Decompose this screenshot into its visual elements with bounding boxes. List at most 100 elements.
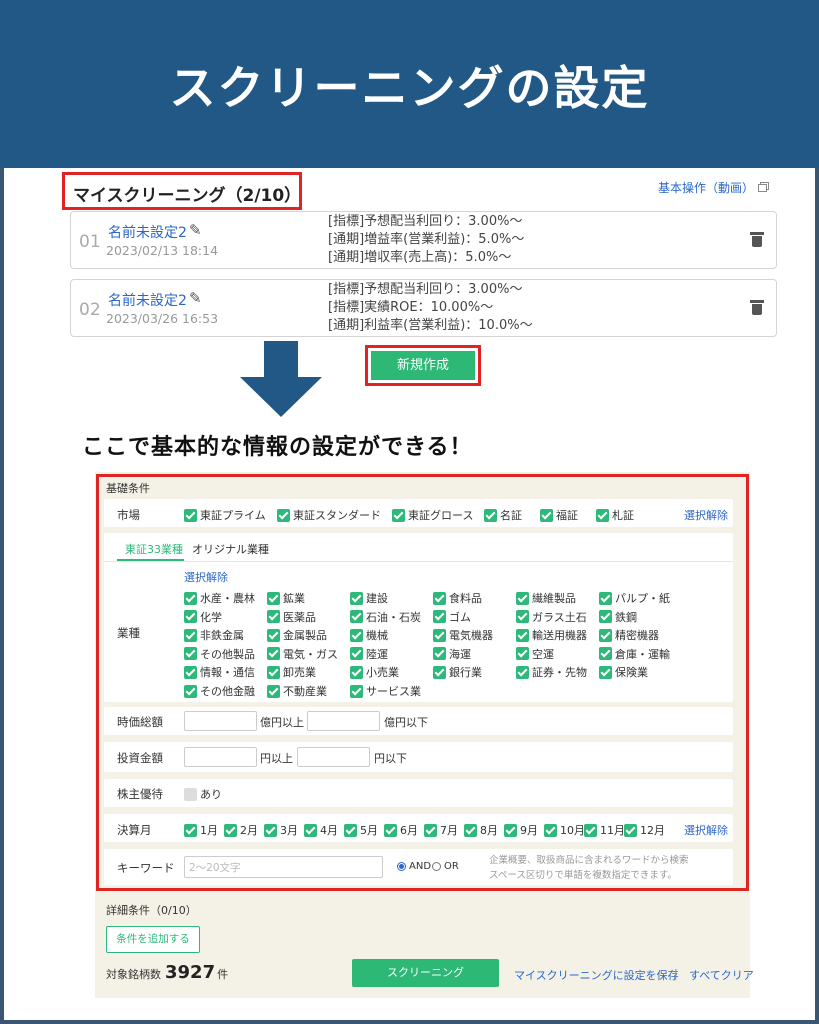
checkbox-checked-icon[interactable] [464, 823, 477, 837]
pencil-icon[interactable]: ✎ [189, 289, 202, 307]
checkbox-checked-icon[interactable] [350, 628, 363, 642]
checkbox-checked-icon[interactable] [584, 823, 597, 837]
market-checkbox[interactable]: 東証グロース [392, 507, 473, 523]
industry-checkbox[interactable]: サービス業 [350, 683, 421, 699]
checkbox-checked-icon[interactable] [433, 610, 446, 624]
checkbox-checked-icon[interactable] [596, 508, 609, 522]
card-name-link[interactable]: 名前未設定2 [108, 222, 187, 242]
industry-checkbox[interactable]: 医薬品 [267, 609, 316, 625]
industry-checkbox[interactable]: 情報・通信 [184, 664, 255, 680]
checkbox-checked-icon[interactable] [267, 665, 280, 679]
checkbox-checked-icon[interactable] [267, 591, 280, 605]
basic-ops-video-link[interactable]: 基本操作（動画） [658, 179, 768, 196]
industry-checkbox[interactable]: 精密機器 [599, 627, 659, 643]
industry-checkbox[interactable]: 倉庫・運輸 [599, 646, 670, 662]
pencil-icon[interactable]: ✎ [189, 221, 202, 239]
market-checkbox[interactable]: 福証 [540, 507, 578, 523]
checkbox-checked-icon[interactable] [184, 823, 197, 837]
industry-checkbox[interactable]: ゴム [433, 609, 471, 625]
market-deselect-link[interactable]: 選択解除 [684, 507, 728, 523]
checkbox-checked-icon[interactable] [516, 665, 529, 679]
month-checkbox[interactable]: 5月 [344, 822, 378, 838]
month-checkbox[interactable]: 11月 [584, 822, 625, 838]
checkbox-checked-icon[interactable] [267, 610, 280, 624]
add-condition-button[interactable]: 条件を追加する [106, 926, 200, 953]
investment-max-input[interactable] [297, 747, 370, 767]
month-checkbox[interactable]: 9月 [504, 822, 538, 838]
checkbox-checked-icon[interactable] [267, 628, 280, 642]
industry-checkbox[interactable]: 食料品 [433, 590, 482, 606]
checkbox-checked-icon[interactable] [344, 823, 357, 837]
save-setting-link[interactable]: マイスクリーニングに設定を保存 [514, 967, 679, 983]
market-checkbox[interactable]: 東証プライム [184, 507, 266, 523]
checkbox-checked-icon[interactable] [384, 823, 397, 837]
checkbox-checked-icon[interactable] [184, 684, 197, 698]
checkbox-checked-icon[interactable] [516, 610, 529, 624]
checkbox-checked-icon[interactable] [599, 628, 612, 642]
industry-checkbox[interactable]: 電気機器 [433, 627, 493, 643]
industry-checkbox[interactable]: 不動産業 [267, 683, 327, 699]
checkbox-checked-icon[interactable] [184, 610, 197, 624]
market-checkbox[interactable]: 名証 [484, 507, 522, 523]
checkbox-checked-icon[interactable] [350, 647, 363, 661]
market-cap-min-input[interactable] [184, 711, 257, 731]
checkbox-checked-icon[interactable] [516, 647, 529, 661]
industry-checkbox[interactable]: 電気・ガス [267, 646, 338, 662]
checkbox-checked-icon[interactable] [224, 823, 237, 837]
checkbox-checked-icon[interactable] [392, 508, 405, 522]
checkbox-checked-icon[interactable] [350, 591, 363, 605]
checkbox-checked-icon[interactable] [184, 647, 197, 661]
trash-icon[interactable] [750, 300, 764, 315]
industry-checkbox[interactable]: 水産・農林 [184, 590, 255, 606]
checkbox-checked-icon[interactable] [540, 508, 553, 522]
month-checkbox[interactable]: 10月 [544, 822, 585, 838]
checkbox-checked-icon[interactable] [516, 591, 529, 605]
keyword-input[interactable]: 2〜20文字 [184, 856, 383, 878]
or-radio[interactable]: OR [432, 861, 459, 872]
checkbox-checked-icon[interactable] [184, 665, 197, 679]
industry-checkbox[interactable]: その他金融 [184, 683, 255, 699]
industry-checkbox[interactable]: 空運 [516, 646, 554, 662]
checkbox-checked-icon[interactable] [424, 823, 437, 837]
industry-checkbox[interactable]: 機械 [350, 627, 388, 643]
checkbox-checked-icon[interactable] [350, 665, 363, 679]
industry-checkbox[interactable]: ガラス土石 [516, 609, 587, 625]
checkbox-checked-icon[interactable] [599, 591, 612, 605]
industry-checkbox[interactable]: 小売業 [350, 664, 399, 680]
checkbox-checked-icon[interactable] [184, 591, 197, 605]
industry-deselect-link[interactable]: 選択解除 [184, 569, 228, 585]
basic-ops-label[interactable]: 基本操作（動画） [658, 181, 754, 195]
industry-checkbox[interactable]: 保険業 [599, 664, 648, 680]
clear-all-link[interactable]: すべてクリア [689, 967, 754, 983]
radio-icon[interactable] [432, 862, 441, 871]
industry-checkbox[interactable]: 金属製品 [267, 627, 327, 643]
industry-checkbox[interactable]: 石油・石炭 [350, 609, 421, 625]
screening-button[interactable]: スクリーニング [352, 959, 499, 987]
industry-checkbox[interactable]: 陸運 [350, 646, 388, 662]
industry-checkbox[interactable]: 繊維製品 [516, 590, 576, 606]
checkbox-checked-icon[interactable] [184, 508, 197, 522]
industry-checkbox[interactable]: その他製品 [184, 646, 255, 662]
checkbox-checked-icon[interactable] [484, 508, 497, 522]
month-checkbox[interactable]: 3月 [264, 822, 298, 838]
checkbox-checked-icon[interactable] [304, 823, 317, 837]
checkbox-checked-icon[interactable] [350, 610, 363, 624]
checkbox-checked-icon[interactable] [184, 628, 197, 642]
market-cap-max-input[interactable] [307, 711, 380, 731]
checkbox-checked-icon[interactable] [267, 647, 280, 661]
new-screening-button[interactable]: 新規作成 [371, 351, 475, 380]
tab-original[interactable]: オリジナル業種 [192, 541, 269, 557]
checkbox-checked-icon[interactable] [544, 823, 557, 837]
checkbox-icon[interactable] [184, 787, 197, 801]
market-checkbox[interactable]: 札証 [596, 507, 634, 523]
month-checkbox[interactable]: 2月 [224, 822, 258, 838]
industry-checkbox[interactable]: パルプ・紙 [599, 590, 670, 606]
industry-checkbox[interactable]: 化学 [184, 609, 222, 625]
industry-checkbox[interactable]: 証券・先物 [516, 664, 587, 680]
month-checkbox[interactable]: 4月 [304, 822, 338, 838]
market-checkbox[interactable]: 東証スタンダード [277, 507, 381, 523]
checkbox-checked-icon[interactable] [599, 647, 612, 661]
checkbox-checked-icon[interactable] [599, 665, 612, 679]
month-checkbox[interactable]: 7月 [424, 822, 458, 838]
month-checkbox[interactable]: 8月 [464, 822, 498, 838]
